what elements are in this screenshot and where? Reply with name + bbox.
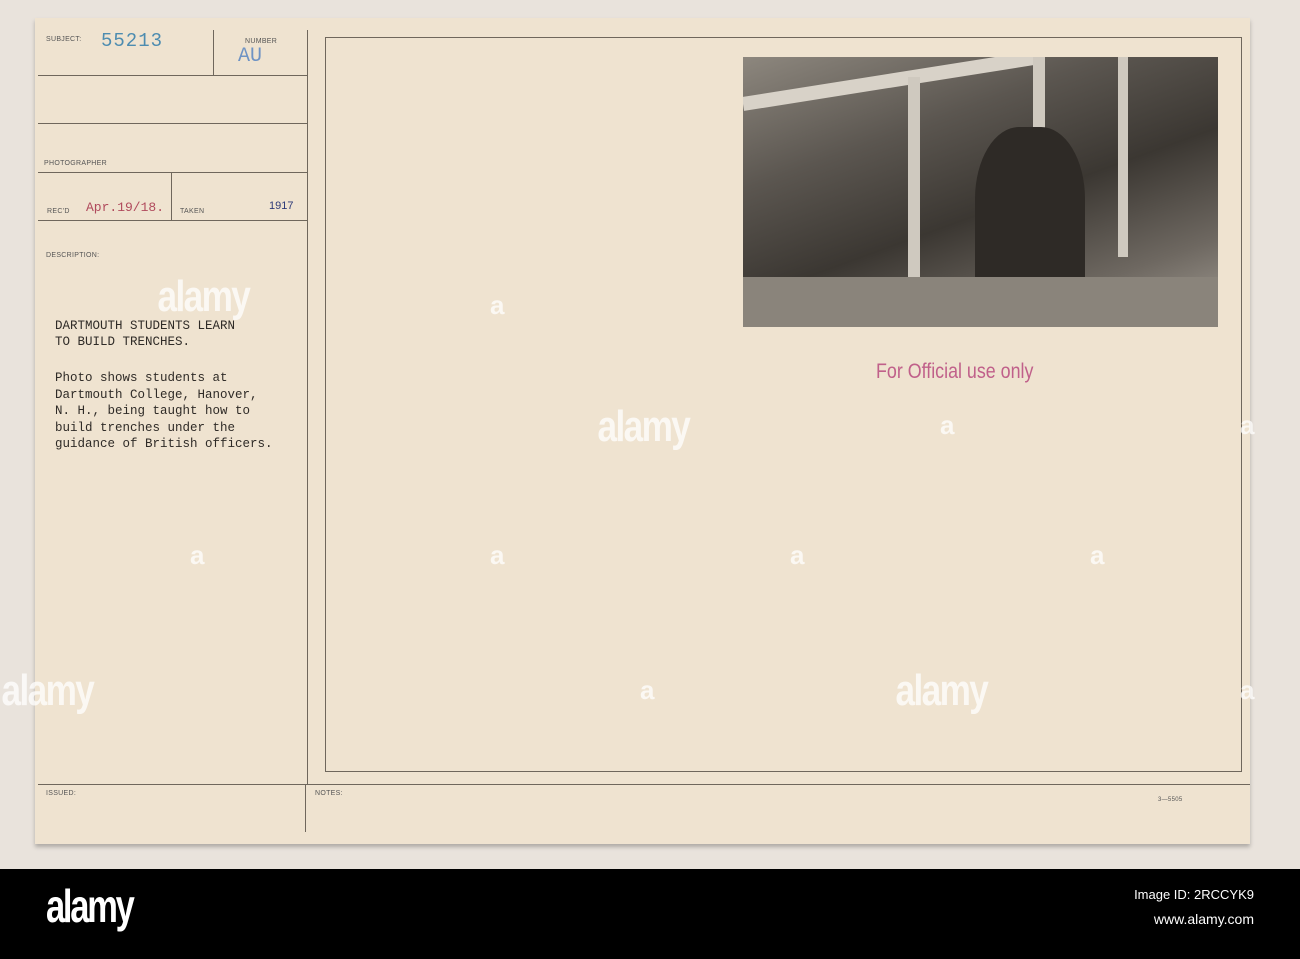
photographer-label: PHOTOGRAPHER [44, 160, 107, 167]
taken-label: TAKEN [180, 208, 205, 215]
alamy-watermark: alamy [597, 402, 690, 451]
alamy-url[interactable]: www.alamy.com [1154, 911, 1254, 927]
form-number: 3—5505 [1158, 797, 1183, 803]
taken-year: 1917 [269, 200, 294, 212]
notes-label: NOTES: [315, 790, 343, 797]
alamy-letter-watermark: a [1240, 410, 1255, 440]
alamy-watermark: alamy [1, 666, 94, 715]
recd-label: REC'D [47, 208, 70, 215]
description-body: Photo shows students at Dartmouth Colleg… [55, 371, 273, 451]
issued-label: ISSUED: [46, 790, 77, 797]
alamy-letter-watermark: a [1090, 540, 1105, 570]
alamy-letter-watermark: a [490, 540, 505, 570]
recd-date: Apr.19/18. [86, 200, 165, 215]
alamy-watermark: alamy [895, 666, 988, 715]
alamy-letter-watermark: a [940, 410, 955, 440]
alamy-footer: alamy Image ID: 2RCCYK9 www.alamy.com [0, 869, 1300, 959]
image-id: Image ID: 2RCCYK9 [1134, 887, 1254, 902]
subject-number: 55213 [101, 30, 164, 52]
official-use-stamp: For Official use only [876, 360, 1034, 383]
number-label: NUMBER [245, 38, 278, 45]
alamy-logo: alamy [46, 880, 135, 932]
alamy-letter-watermark: a [190, 540, 205, 570]
alamy-letter-watermark: a [490, 290, 505, 320]
trench-photograph [743, 57, 1218, 327]
number-value: AU [238, 45, 263, 68]
alamy-letter-watermark: a [640, 675, 655, 705]
description-title: DARTMOUTH STUDENTS LEARN TO BUILD TRENCH… [55, 319, 236, 349]
alamy-watermark: alamy [157, 272, 250, 321]
alamy-letter-watermark: a [790, 540, 805, 570]
description-label: DESCRIPTION: [46, 252, 100, 259]
subject-label: SUBJECT: [46, 36, 82, 43]
alamy-letter-watermark: a [1240, 675, 1255, 705]
